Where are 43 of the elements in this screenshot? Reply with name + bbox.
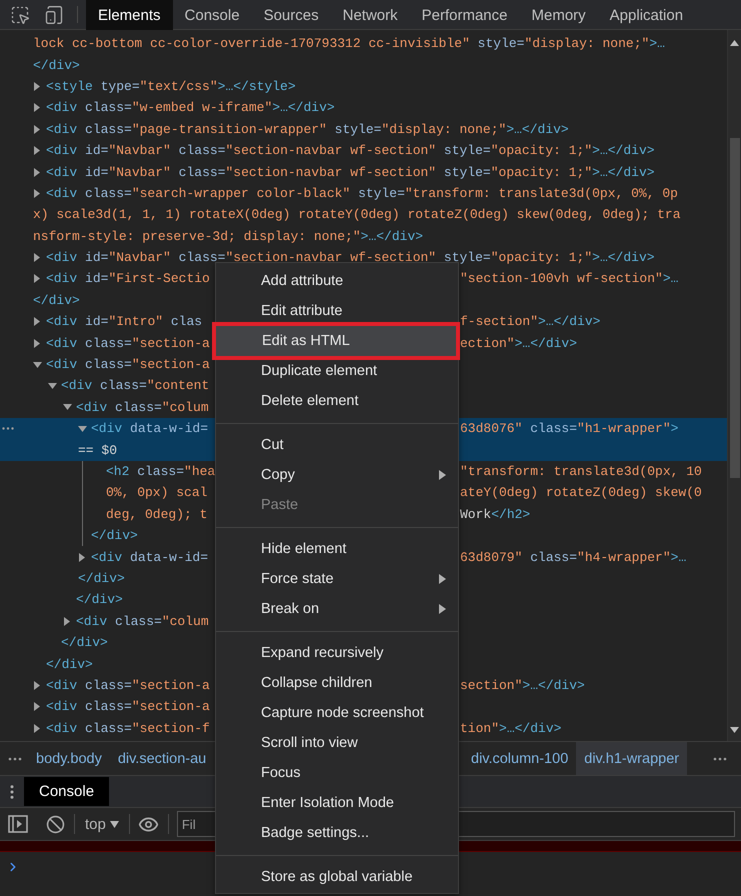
code-text: </div> — [91, 528, 138, 544]
code-text: == $0 — [78, 442, 118, 458]
code-text: <div id="Navbar" class="section-navbar wf-section" style="opacity: 1;">…</div> — [46, 250, 655, 266]
code-text: </div> — [78, 570, 125, 586]
code-text: Work</h2> — [460, 506, 530, 522]
code-text: <style type="text/css">…</style> — [46, 78, 296, 94]
code-text: <div class="colum — [76, 400, 209, 415]
code-text: "transform: translate3d(0px, 10 — [460, 464, 702, 479]
code-text: section">…</div> — [460, 678, 585, 693]
code-text: <div id="Navbar" class="section-navbar wf-section" style="opacity: 1;">…</div> — [46, 143, 655, 158]
code-text: f-section">…</div> — [460, 314, 600, 330]
code-text: </div> — [33, 58, 80, 73]
code-text: </div> — [46, 656, 93, 672]
code-text: 0%, 0px) scal — [106, 485, 208, 500]
code-text: x) scale3d(1, 1, 1) rotateX(0deg) rotateY(0deg) rotateZ(0deg) skew(0deg, 0deg); tra — [33, 207, 681, 222]
code-text: <div data-w-id= — [91, 550, 208, 565]
code-text: nsform-style: preserve-3d; display: none;">…</div> — [33, 228, 424, 244]
code-text: <div class="section-a — [46, 678, 210, 693]
code-text: <div data-w-id= — [91, 421, 208, 436]
code-text: lock cc-bottom cc-color-override-170793312 cc-invisible" style="display: none;">… — [33, 36, 665, 52]
code-text: 63d8076" class="h1-wrapper"> — [460, 421, 678, 436]
code-text: <h2 class="hea — [106, 464, 216, 479]
code-text: ateY(0deg) rotateZ(0deg) skew(0 — [460, 485, 702, 500]
code-text: <div class="section-a — [46, 336, 210, 351]
code-text: <div class="section-a — [46, 357, 210, 372]
code-text: <div class="w-embed w-iframe">…</div> — [46, 100, 335, 116]
code-text: <div id="First-Sectio — [46, 271, 210, 286]
code-text: <div id="Navbar" class="section-navbar wf-section" style="opacity: 1;">…</div> — [46, 164, 655, 180]
code-text: <div class="colum — [76, 614, 209, 629]
code-text: tion">…</div> — [460, 720, 562, 736]
code-text: <div id="Intro" clas — [46, 314, 202, 330]
code-text: </div> — [61, 635, 108, 650]
code-text: 63d8079" class="h4-wrapper">… — [460, 550, 686, 565]
code-text: deg, 0deg); t — [106, 506, 208, 522]
code-text: <div class="content — [61, 378, 210, 394]
code-text: ection">…</div> — [460, 336, 578, 351]
code-text: <div class="page-transition-wrapper" style="display: none;">…</div> — [46, 122, 569, 137]
code-text: </div> — [33, 292, 80, 308]
code-text: <div class="search-wrapper color-black" style="transform: translate3d(0px, 0%, 0p — [46, 186, 678, 201]
code-text: <div class="section-f — [46, 720, 210, 736]
code-text: <div class="section-a — [46, 699, 210, 714]
code-text: </div> — [76, 592, 123, 608]
code-text: "section-100vh wf-section">… — [460, 271, 678, 286]
